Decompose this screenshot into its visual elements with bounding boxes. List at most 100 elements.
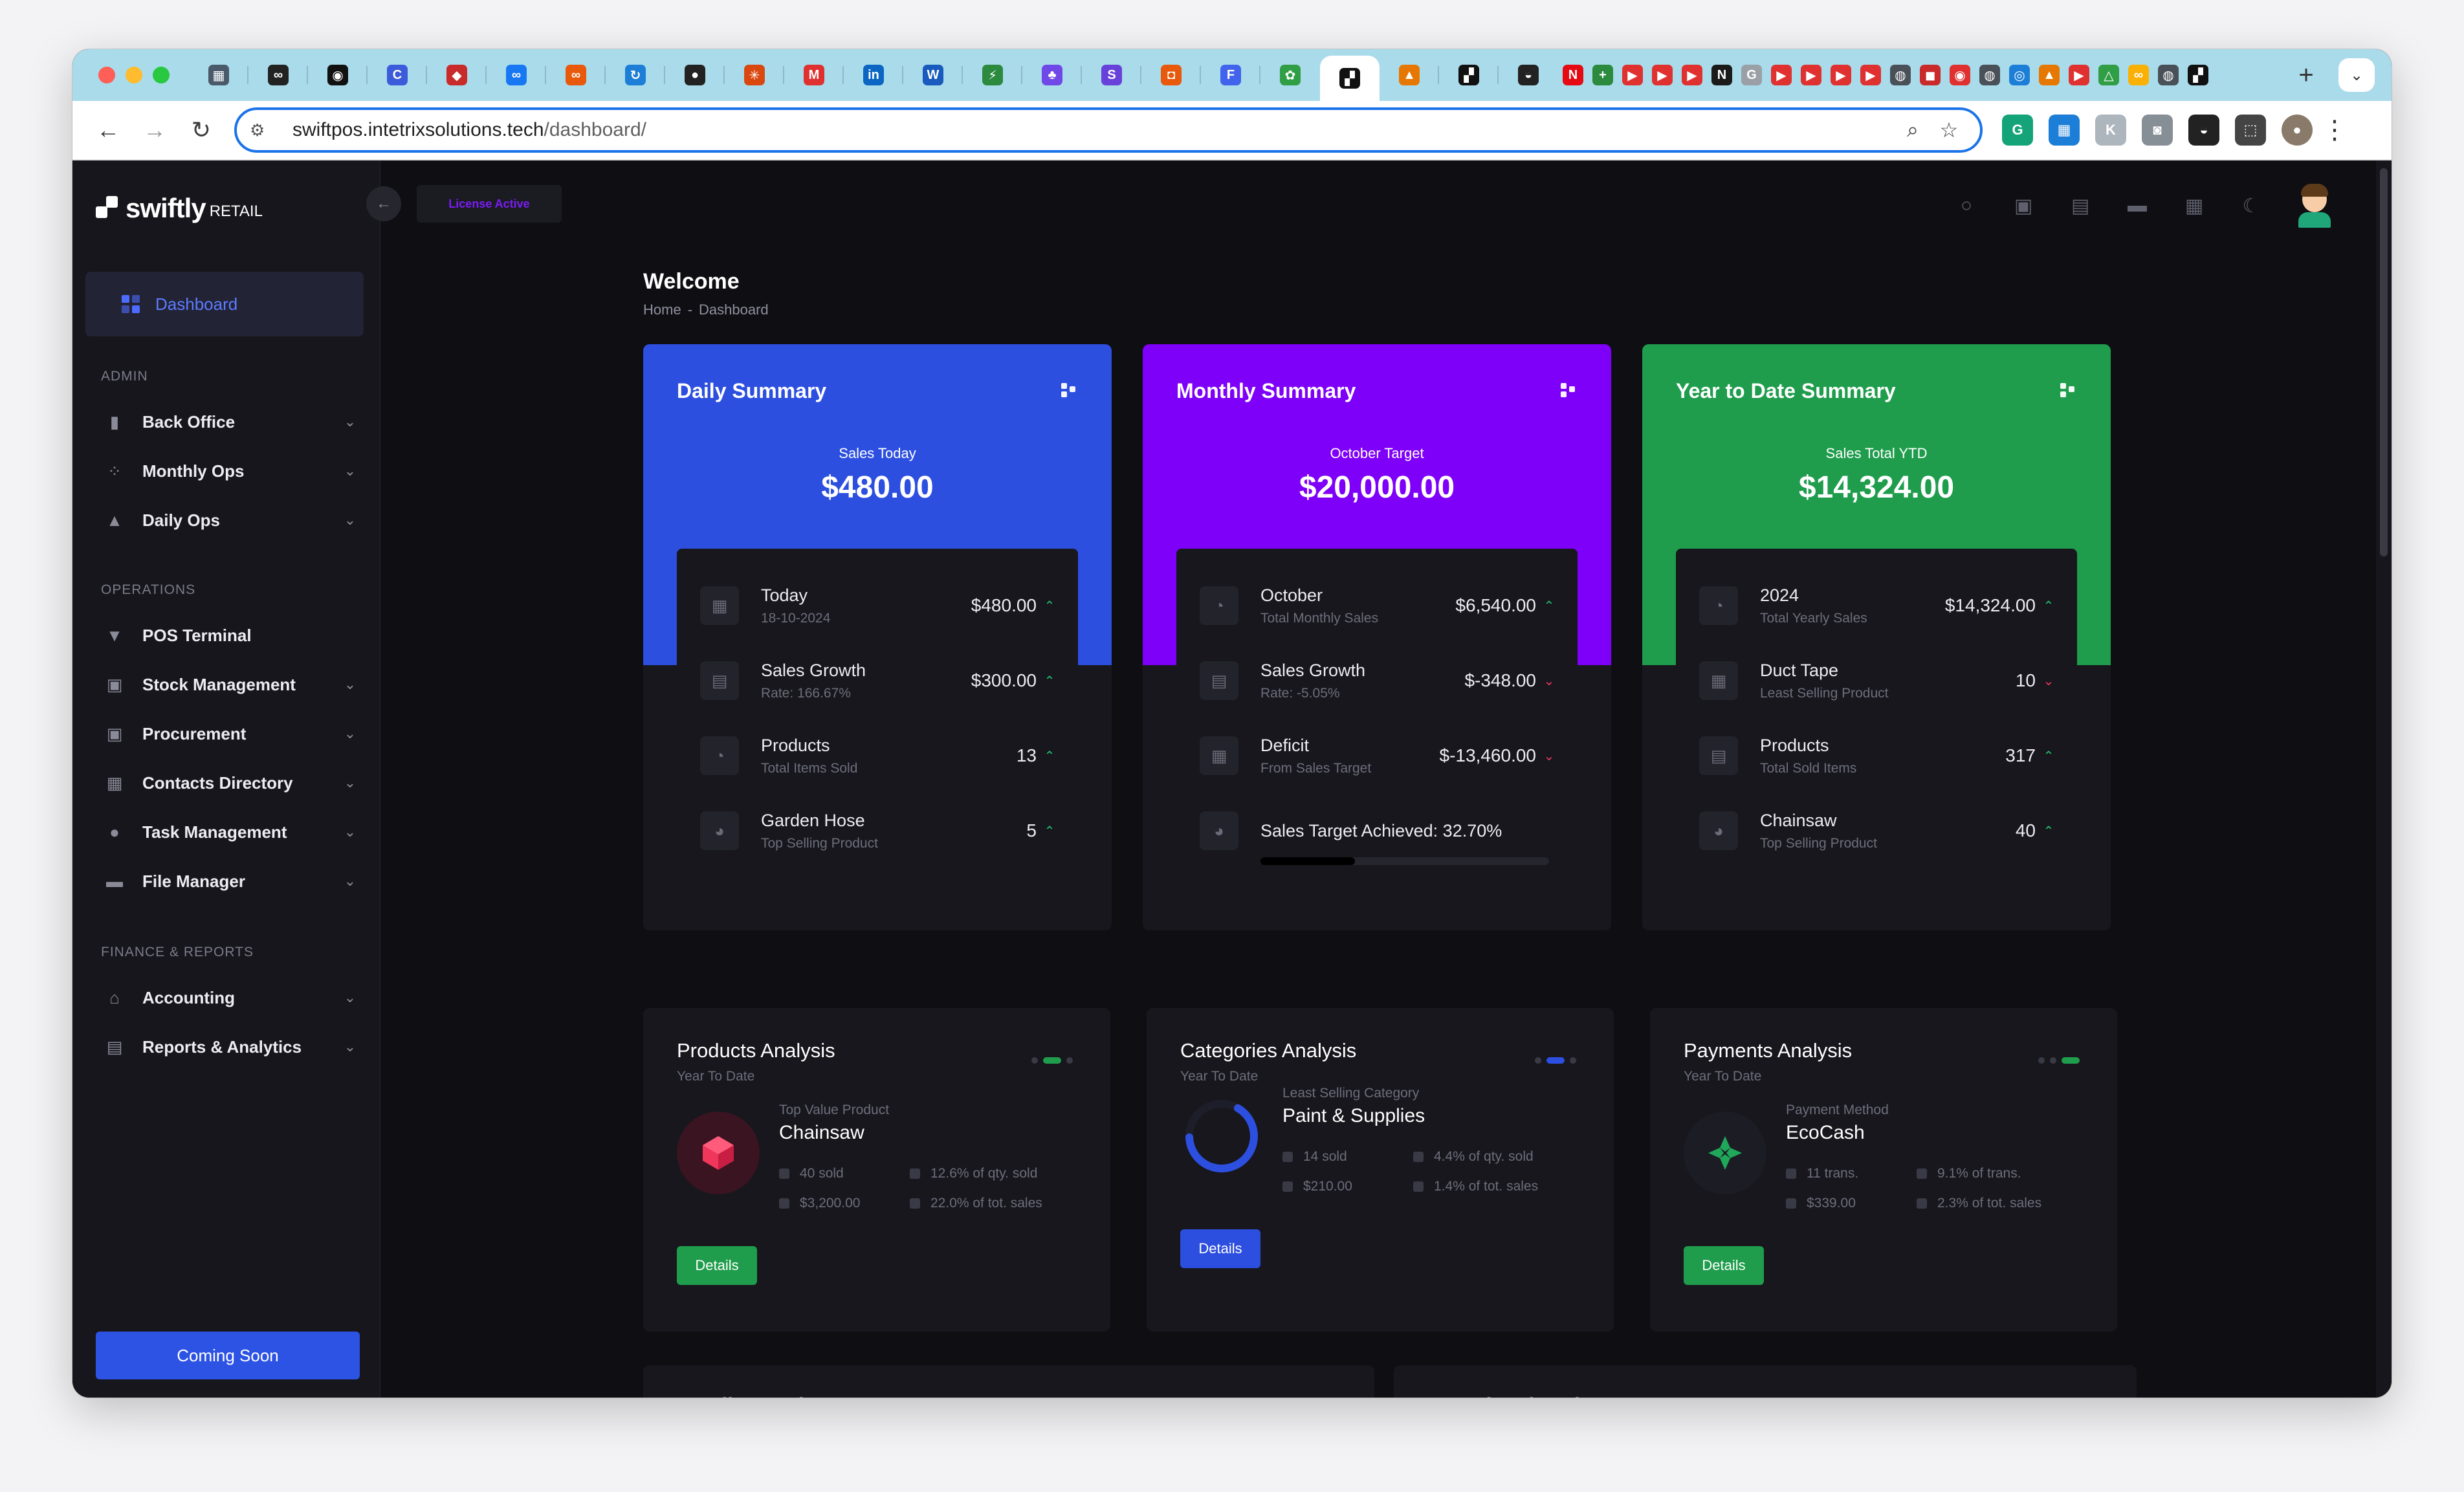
browser-tab[interactable]: in [844, 49, 903, 101]
sidebar-item-accounting[interactable]: ⌂ Accounting ⌄ [101, 980, 360, 1016]
browser-tab[interactable]: ◍ [2153, 49, 2183, 101]
sidebar-item-procurement[interactable]: ▣ Procurement ⌄ [101, 716, 360, 752]
sidebar-item-reports-analytics[interactable]: ▤ Reports & Analytics ⌄ [101, 1029, 360, 1065]
carousel-indicator[interactable] [2038, 1057, 2080, 1064]
puzzle-icon[interactable]: ⬚ [2235, 115, 2266, 146]
details-button[interactable]: Details [1180, 1229, 1260, 1268]
coming-soon-button[interactable]: Coming Soon [96, 1332, 360, 1379]
menu-dots-icon[interactable] [1061, 383, 1075, 397]
browser-tab[interactable]: ▶ [1856, 49, 1886, 101]
details-button[interactable]: Details [1684, 1246, 1764, 1285]
browser-menu-button[interactable]: ⋮ [2322, 115, 2348, 145]
k-icon[interactable]: K [2095, 115, 2126, 146]
details-button[interactable]: Details [677, 1246, 757, 1285]
carousel-dot[interactable] [1535, 1057, 1541, 1064]
browser-tab[interactable]: ▞ [1320, 56, 1380, 101]
collapse-sidebar-button[interactable]: ← [366, 186, 401, 221]
sidebar-item-dashboard[interactable]: Dashboard [85, 272, 364, 336]
browser-tab[interactable]: ◒ [1499, 49, 1558, 101]
minimize-window-button[interactable] [126, 67, 142, 83]
browser-tab[interactable]: W [903, 49, 963, 101]
menu-dots-icon[interactable] [1561, 383, 1575, 397]
sidebar-item-monthly-ops[interactable]: ⁘ Monthly Ops ⌄ [101, 453, 360, 489]
browser-tab[interactable]: ∞ [2124, 49, 2153, 101]
apps-grid-icon[interactable]: ▦ [2182, 193, 2206, 218]
menu-dots-icon[interactable] [2060, 383, 2074, 397]
browser-tab[interactable]: ▶ [1647, 49, 1677, 101]
scrollbar-thumb[interactable] [2380, 168, 2388, 556]
back-button[interactable]: ← [89, 111, 127, 149]
browser-tab[interactable]: ◼ [1915, 49, 1945, 101]
forward-button[interactable]: → [136, 111, 173, 149]
breadcrumb-home[interactable]: Home [643, 302, 681, 318]
sidebar-item-back-office[interactable]: ▮ Back Office ⌄ [101, 404, 360, 440]
new-tab-button[interactable]: + [2287, 61, 2326, 90]
address-bar[interactable]: ⚙ swiftpos.intetrixsolutions.tech/dashbo… [234, 107, 1983, 153]
site-info-icon[interactable]: ⚙ [250, 120, 276, 140]
browser-tab[interactable]: ▶ [2064, 49, 2094, 101]
carousel-dot[interactable] [1043, 1057, 1061, 1064]
browser-tab[interactable]: ◍ [1975, 49, 2005, 101]
profile-icon[interactable]: ● [2282, 115, 2313, 146]
sidebar-item-contacts-directory[interactable]: ▦ Contacts Directory ⌄ [101, 765, 360, 801]
browser-tab[interactable]: F [1201, 49, 1260, 101]
browser-tab[interactable]: ▶ [1796, 49, 1826, 101]
close-window-button[interactable] [98, 67, 115, 83]
browser-tab[interactable]: ▶ [1826, 49, 1856, 101]
carousel-dot[interactable] [2038, 1057, 2045, 1064]
browser-tab[interactable]: ▶ [1677, 49, 1707, 101]
browser-tab[interactable]: ◎ [2005, 49, 2034, 101]
sidebar-item-pos-terminal[interactable]: ▼ POS Terminal [101, 617, 360, 653]
browser-tab[interactable]: N [1558, 49, 1588, 101]
url-text[interactable]: swiftpos.intetrixsolutions.tech/dashboar… [292, 119, 1895, 141]
carousel-dot[interactable] [2050, 1057, 2056, 1064]
search-icon[interactable]: ○ [1954, 193, 1979, 218]
browser-tab[interactable]: ▲ [1380, 49, 1439, 101]
browser-tab[interactable]: ♣ [1022, 49, 1082, 101]
browser-tab[interactable]: ▞ [1439, 49, 1499, 101]
trello-icon[interactable]: ▦ [2049, 115, 2080, 146]
maximize-window-button[interactable] [153, 67, 170, 83]
camera-icon[interactable]: ◙ [2142, 115, 2173, 146]
zoom-icon[interactable]: ⌕ [1895, 118, 1931, 142]
browser-tab[interactable]: ⚡ [963, 49, 1022, 101]
browser-tab[interactable]: ◍ [1886, 49, 1915, 101]
browser-tab[interactable]: ∞ [248, 49, 308, 101]
notifications-icon[interactable]: ▤ [2068, 193, 2093, 218]
browser-tab[interactable]: S [1082, 49, 1141, 101]
tab-search-button[interactable]: ⌄ [2338, 58, 2375, 92]
browser-tab[interactable]: N [1707, 49, 1737, 101]
browser-tab[interactable]: ▲ [2034, 49, 2064, 101]
browser-tab[interactable]: ▶ [1766, 49, 1796, 101]
chat-icon[interactable]: ▬ [2125, 193, 2150, 218]
browser-tab[interactable]: ∞ [487, 49, 546, 101]
carousel-indicator[interactable] [1535, 1057, 1576, 1064]
carousel-indicator[interactable] [1031, 1057, 1073, 1064]
browser-tab[interactable]: C [368, 49, 427, 101]
sidebar-item-stock-management[interactable]: ▣ Stock Management ⌄ [101, 666, 360, 703]
browser-tab[interactable]: ◘ [1141, 49, 1201, 101]
sidebar-item-daily-ops[interactable]: ▲ Daily Ops ⌄ [101, 502, 360, 538]
dark-mode-icon[interactable]: ☾ [2239, 193, 2263, 218]
sidebar-item-task-management[interactable]: ● Task Management ⌄ [101, 814, 360, 850]
carousel-dot[interactable] [2062, 1057, 2080, 1064]
browser-tab[interactable]: △ [2094, 49, 2124, 101]
browser-tab[interactable]: ∞ [546, 49, 606, 101]
layers-icon[interactable]: ▣ [2011, 193, 2036, 218]
browser-tab[interactable]: ▦ [189, 49, 248, 101]
browser-tab[interactable]: ◉ [1945, 49, 1975, 101]
carousel-dot[interactable] [1570, 1057, 1576, 1064]
bookmark-star-icon[interactable]: ☆ [1931, 118, 1967, 142]
carousel-dot[interactable] [1546, 1057, 1565, 1064]
carousel-dot[interactable] [1066, 1057, 1073, 1064]
browser-tab[interactable]: ✳ [725, 49, 784, 101]
browser-tab[interactable]: ✿ [1260, 49, 1320, 101]
browser-tab[interactable]: M [784, 49, 844, 101]
reload-button[interactable]: ↻ [182, 111, 220, 149]
browser-tab[interactable]: ↻ [606, 49, 665, 101]
browser-tab[interactable]: ● [665, 49, 725, 101]
carousel-dot[interactable] [1031, 1057, 1038, 1064]
browser-tab[interactable]: G [1737, 49, 1766, 101]
browser-tab[interactable]: ◆ [427, 49, 487, 101]
page-scrollbar[interactable] [2376, 160, 2392, 1398]
